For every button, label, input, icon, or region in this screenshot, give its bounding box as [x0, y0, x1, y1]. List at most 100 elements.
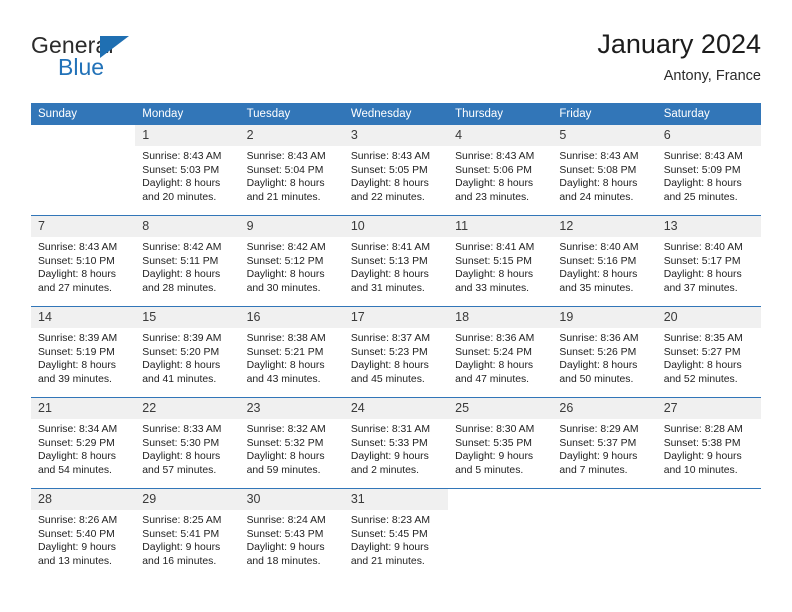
day-number: 22: [135, 398, 240, 419]
daylight-text-line2: and 37 minutes.: [663, 282, 738, 294]
daylight-text-line1: Daylight: 8 hours: [663, 360, 742, 372]
calendar-day-cell[interactable]: 28 Sunrise: 8:26 AM Sunset: 5:40 PM Dayligh…: [31, 488, 136, 579]
calendar-day-cell[interactable]: 25 Sunrise: 8:30 AM Sunset: 5:35 PM Dayligh…: [448, 397, 553, 489]
day-number: 31: [343, 489, 449, 510]
calendar-day-cell[interactable]: 29 Sunrise: 8:25 AM Sunset: 5:41 PM Dayligh…: [135, 488, 240, 579]
calendar-page: General Blue January 2024 Antony, France…: [0, 0, 792, 612]
calendar-day-cell[interactable]: 31 Sunrise: 8:23 AM Sunset: 5:45 PM Dayligh…: [343, 488, 449, 579]
day-details: Sunrise: 8:28 AM Sunset: 5:38 PM Daylight:…: [657, 419, 761, 477]
calendar-day-cell[interactable]: 1 Sunrise: 8:43 AM Sunset: 5:03 PM Daylight…: [135, 125, 240, 216]
calendar-day-cell[interactable]: 12 Sunrise: 8:40 AM Sunset: 5:16 PM Dayligh…: [552, 215, 657, 307]
daylight-text-line2: and 47 minutes.: [455, 373, 530, 385]
daylight-text-line1: Daylight: 8 hours: [455, 178, 534, 190]
calendar-day-cell[interactable]: 3 Sunrise: 8:43 AM Sunset: 5:05 PM Daylight…: [343, 125, 449, 216]
daylight-text-line1: Daylight: 8 hours: [455, 360, 534, 372]
day-number: 2: [239, 125, 344, 146]
daylight-text-line1: Daylight: 8 hours: [350, 178, 429, 190]
sunrise-text: Sunrise: 8:42 AM: [142, 242, 222, 253]
day-number: 23: [239, 398, 344, 419]
sunrise-text: Sunrise: 8:31 AM: [350, 424, 430, 435]
calendar-day-cell[interactable]: 9 Sunrise: 8:42 AM Sunset: 5:12 PM Daylight…: [239, 215, 344, 307]
sunrise-text: Sunrise: 8:36 AM: [559, 333, 639, 344]
daylight-text-line2: and 20 minutes.: [142, 191, 217, 203]
day-number: 1: [135, 125, 240, 146]
calendar-day-cell[interactable]: 22 Sunrise: 8:33 AM Sunset: 5:30 PM Dayligh…: [135, 397, 240, 489]
day-details: Sunrise: 8:29 AM Sunset: 5:37 PM Daylight:…: [552, 419, 656, 477]
day-details: Sunrise: 8:43 AM Sunset: 5:10 PM Daylight:…: [31, 237, 135, 295]
sunrise-text: Sunrise: 8:26 AM: [38, 515, 118, 526]
calendar-day-cell[interactable]: 18 Sunrise: 8:36 AM Sunset: 5:24 PM Dayligh…: [448, 306, 553, 398]
calendar-day-cell[interactable]: 19 Sunrise: 8:36 AM Sunset: 5:26 PM Dayligh…: [552, 306, 657, 398]
sunset-text: Sunset: 5:24 PM: [455, 346, 532, 358]
daylight-text-line2: and 5 minutes.: [455, 464, 524, 476]
sunrise-text: Sunrise: 8:40 AM: [663, 242, 743, 253]
day-number: 27: [656, 398, 761, 419]
calendar-day-cell[interactable]: 15 Sunrise: 8:39 AM Sunset: 5:20 PM Dayligh…: [135, 306, 240, 398]
calendar-day-cell[interactable]: 17 Sunrise: 8:37 AM Sunset: 5:23 PM Dayligh…: [343, 306, 449, 398]
sunset-text: Sunset: 5:26 PM: [559, 346, 637, 358]
calendar-day-cell[interactable]: 11 Sunrise: 8:41 AM Sunset: 5:15 PM Dayligh…: [448, 215, 553, 307]
daylight-text-line1: Daylight: 8 hours: [246, 178, 325, 190]
day-number: 8: [135, 216, 240, 237]
day-details: Sunrise: 8:26 AM Sunset: 5:40 PM Daylight:…: [31, 510, 135, 568]
day-number: 30: [239, 489, 344, 510]
daylight-text-line2: and 45 minutes.: [350, 373, 425, 385]
sunset-text: Sunset: 5:40 PM: [38, 528, 115, 540]
day-number: 5: [552, 125, 657, 146]
calendar-day-cell[interactable]: 4 Sunrise: 8:43 AM Sunset: 5:06 PM Daylight…: [448, 125, 553, 216]
calendar-day-cell[interactable]: 7 Sunrise: 8:43 AM Sunset: 5:10 PM Daylight…: [31, 215, 136, 307]
sunset-text: Sunset: 5:15 PM: [455, 255, 532, 267]
calendar-day-cell[interactable]: 20 Sunrise: 8:35 AM Sunset: 5:27 PM Dayligh…: [656, 306, 761, 398]
general-blue-logo[interactable]: General Blue: [31, 32, 231, 88]
day-number: 20: [656, 307, 761, 328]
day-number: 24: [343, 398, 449, 419]
daylight-text-line1: Daylight: 9 hours: [350, 542, 429, 554]
sunset-text: Sunset: 5:12 PM: [246, 255, 324, 267]
weekday-header-monday: Monday: [135, 103, 240, 125]
daylight-text-line1: Daylight: 8 hours: [350, 360, 429, 372]
calendar-body: 1 Sunrise: 8:43 AM Sunset: 5:03 PM Daylight…: [31, 125, 761, 579]
calendar-day-cell[interactable]: 27 Sunrise: 8:28 AM Sunset: 5:38 PM Dayligh…: [656, 397, 761, 489]
daylight-text-line1: Daylight: 8 hours: [350, 269, 429, 281]
sunrise-text: Sunrise: 8:43 AM: [663, 151, 743, 162]
sunrise-text: Sunrise: 8:41 AM: [455, 242, 535, 253]
day-details: Sunrise: 8:39 AM Sunset: 5:19 PM Daylight:…: [31, 328, 135, 386]
day-details: Sunrise: 8:43 AM Sunset: 5:05 PM Daylight:…: [344, 146, 448, 204]
calendar-day-cell[interactable]: 16 Sunrise: 8:38 AM Sunset: 5:21 PM Dayligh…: [239, 306, 344, 398]
sunset-text: Sunset: 5:32 PM: [246, 437, 324, 449]
calendar-day-cell[interactable]: 13 Sunrise: 8:40 AM Sunset: 5:17 PM Dayligh…: [656, 215, 761, 307]
day-details: Sunrise: 8:43 AM Sunset: 5:03 PM Daylight:…: [135, 146, 239, 204]
daylight-text-line2: and 18 minutes.: [246, 555, 321, 567]
daylight-text-line1: Daylight: 8 hours: [246, 269, 325, 281]
daylight-text-line2: and 50 minutes.: [559, 373, 634, 385]
day-number: 25: [448, 398, 553, 419]
daylight-text-line2: and 59 minutes.: [246, 464, 321, 476]
calendar-day-cell[interactable]: 10 Sunrise: 8:41 AM Sunset: 5:13 PM Dayligh…: [343, 215, 449, 307]
sunset-text: Sunset: 5:43 PM: [246, 528, 324, 540]
calendar-day-cell[interactable]: 14 Sunrise: 8:39 AM Sunset: 5:19 PM Dayligh…: [31, 306, 136, 398]
calendar-week-row: 21 Sunrise: 8:34 AM Sunset: 5:29 PM Dayligh…: [31, 397, 761, 489]
weekday-header-friday: Friday: [552, 103, 657, 125]
calendar-day-cell[interactable]: 6 Sunrise: 8:43 AM Sunset: 5:09 PM Daylight…: [656, 125, 761, 216]
sunset-text: Sunset: 5:41 PM: [142, 528, 220, 540]
daylight-text-line2: and 10 minutes.: [663, 464, 738, 476]
calendar-grid: Sunday Monday Tuesday Wednesday Thursday…: [31, 103, 761, 579]
sunrise-text: Sunrise: 8:35 AM: [663, 333, 743, 344]
sunset-text: Sunset: 5:23 PM: [350, 346, 428, 358]
sunrise-text: Sunrise: 8:28 AM: [663, 424, 743, 435]
calendar-day-cell[interactable]: 8 Sunrise: 8:42 AM Sunset: 5:11 PM Daylight…: [135, 215, 240, 307]
calendar-day-cell[interactable]: 21 Sunrise: 8:34 AM Sunset: 5:29 PM Dayligh…: [31, 397, 136, 489]
calendar-day-cell[interactable]: 5 Sunrise: 8:43 AM Sunset: 5:08 PM Daylight…: [552, 125, 657, 216]
calendar-day-cell[interactable]: 2 Sunrise: 8:43 AM Sunset: 5:04 PM Daylight…: [239, 125, 344, 216]
daylight-text-line1: Daylight: 8 hours: [142, 360, 221, 372]
daylight-text-line1: Daylight: 8 hours: [38, 360, 116, 372]
calendar-day-cell[interactable]: 24 Sunrise: 8:31 AM Sunset: 5:33 PM Dayligh…: [343, 397, 449, 489]
sunrise-text: Sunrise: 8:43 AM: [455, 151, 535, 162]
calendar-day-cell[interactable]: 26 Sunrise: 8:29 AM Sunset: 5:37 PM Dayligh…: [552, 397, 657, 489]
day-details: Sunrise: 8:36 AM Sunset: 5:24 PM Daylight:…: [448, 328, 552, 386]
sunrise-text: Sunrise: 8:43 AM: [38, 242, 118, 253]
daylight-text-line1: Daylight: 9 hours: [246, 542, 325, 554]
calendar-day-cell[interactable]: 23 Sunrise: 8:32 AM Sunset: 5:32 PM Dayligh…: [239, 397, 344, 489]
calendar-day-cell[interactable]: 30 Sunrise: 8:24 AM Sunset: 5:43 PM Dayligh…: [239, 488, 344, 579]
day-number: 29: [135, 489, 240, 510]
